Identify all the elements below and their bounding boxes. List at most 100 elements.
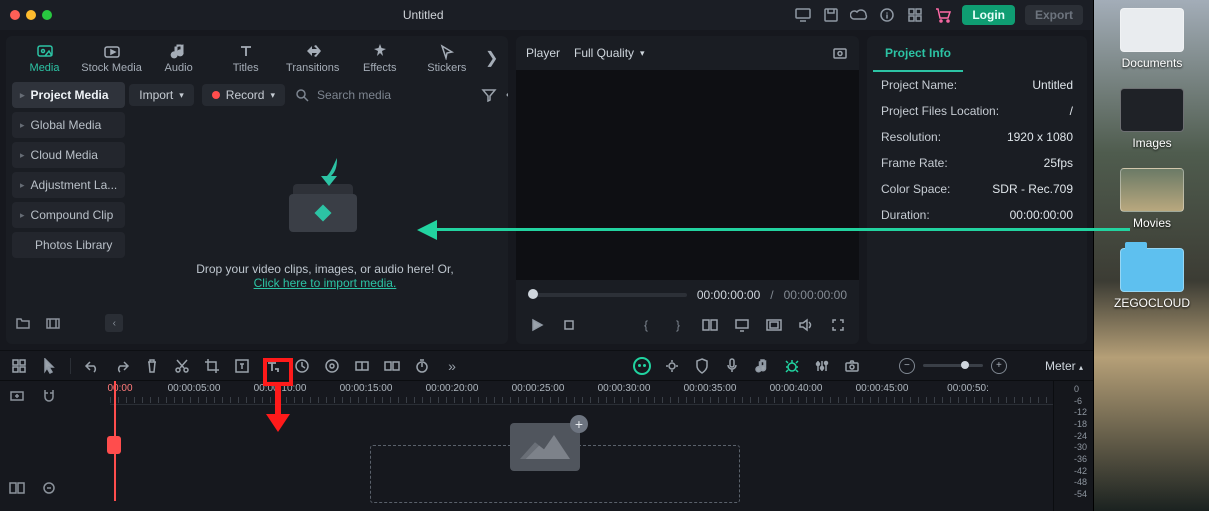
speed-icon[interactable]: [293, 357, 311, 375]
mark-in-icon[interactable]: {: [637, 316, 655, 334]
magnet-icon[interactable]: [40, 387, 58, 405]
export-button[interactable]: Export: [1025, 5, 1083, 25]
media-dropzone[interactable]: Drop your video clips, images, or audio …: [125, 114, 508, 338]
sidebar-item-label: Photos Library: [35, 238, 112, 252]
editor-window: Untitled Login Export Media Stock Media: [0, 0, 1094, 511]
timeline-main[interactable]: 00:00 00:00:05:00 00:00:10:00 00:00:15:0…: [110, 381, 1053, 511]
collapse-sidebar-button[interactable]: ‹: [105, 314, 123, 332]
crop-icon[interactable]: [203, 357, 221, 375]
keyframe-icon[interactable]: [353, 357, 371, 375]
sidebar-item-project-media[interactable]: ▸Project Media: [12, 82, 125, 108]
compare-icon[interactable]: [701, 316, 719, 334]
mark-out-icon[interactable]: }: [669, 316, 687, 334]
timeline-tracks[interactable]: +: [110, 405, 1053, 495]
sidebar-item-cloud-media[interactable]: ▸Cloud Media: [12, 142, 125, 168]
record-icon: [212, 91, 220, 99]
record-dropdown[interactable]: Record▾: [202, 84, 285, 106]
pointer-icon[interactable]: [40, 357, 58, 375]
import-media-link[interactable]: Click here to import media.: [254, 276, 397, 290]
scrubber-thumb[interactable]: [528, 289, 538, 299]
tab-media[interactable]: Media: [14, 42, 75, 74]
bug-icon[interactable]: [783, 357, 801, 375]
more-tabs-chevron-icon[interactable]: ❯: [483, 48, 500, 68]
undo-icon[interactable]: [83, 357, 101, 375]
placeholder-clip[interactable]: +: [510, 423, 580, 471]
tab-label: Stickers: [427, 62, 466, 74]
media-panel: Media Stock Media Audio Titles Transitio…: [6, 36, 508, 344]
more-tools-icon[interactable]: »: [443, 357, 461, 375]
track-options-icon[interactable]: [8, 479, 26, 497]
cut-icon[interactable]: [173, 357, 191, 375]
add-clip-icon[interactable]: +: [570, 415, 588, 433]
zoom-thumb[interactable]: [961, 361, 969, 369]
sidebar-item-compound-clip[interactable]: ▸Compound Clip: [12, 202, 125, 228]
delete-icon[interactable]: [143, 357, 161, 375]
mic-icon[interactable]: [723, 357, 741, 375]
import-dropdown[interactable]: Import▾: [129, 84, 194, 106]
audio-icon: [170, 42, 188, 60]
time-ruler[interactable]: 00:00 00:00:05:00 00:00:10:00 00:00:15:0…: [110, 381, 1053, 405]
display-icon[interactable]: [733, 316, 751, 334]
layout-icon[interactable]: [10, 357, 28, 375]
sidebar-item-global-media[interactable]: ▸Global Media: [12, 112, 125, 138]
desktop-folder-documents[interactable]: Documents: [1107, 8, 1197, 70]
fullscreen-icon[interactable]: [42, 10, 52, 20]
play-icon[interactable]: [528, 316, 546, 334]
project-info-tab[interactable]: Project Info: [873, 36, 963, 72]
render-icon[interactable]: [383, 357, 401, 375]
shield-icon[interactable]: [693, 357, 711, 375]
tab-titles[interactable]: Titles: [215, 42, 276, 74]
stop-icon[interactable]: [560, 316, 578, 334]
desktop-folder-movies[interactable]: Movies: [1107, 168, 1197, 230]
meter-toggle[interactable]: Meter ▴: [1045, 359, 1083, 373]
info-value-framerate: 25fps: [1044, 156, 1073, 170]
color-icon[interactable]: [323, 357, 341, 375]
sparkle-icon[interactable]: [663, 357, 681, 375]
device-icon[interactable]: [794, 6, 812, 24]
search-input[interactable]: [317, 88, 472, 102]
lock-track-icon[interactable]: [40, 479, 58, 497]
tab-transitions[interactable]: Transitions: [282, 42, 343, 74]
minimize-icon[interactable]: [26, 10, 36, 20]
zoom-slider[interactable]: [923, 364, 983, 367]
cart-icon[interactable]: [934, 6, 952, 24]
track-add-icon[interactable]: [8, 387, 26, 405]
save-icon[interactable]: [822, 6, 840, 24]
stopwatch-icon[interactable]: [413, 357, 431, 375]
more-icon[interactable]: •••: [506, 88, 508, 102]
help-icon[interactable]: [878, 6, 896, 24]
sidebar-item-adjustment-layer[interactable]: ▸Adjustment La...: [12, 172, 125, 198]
info-value-location: /: [1070, 104, 1073, 118]
cloud-icon[interactable]: [850, 6, 868, 24]
text-tool-icon[interactable]: [233, 357, 251, 375]
camera-icon[interactable]: [843, 357, 861, 375]
redo-icon[interactable]: [113, 357, 131, 375]
close-icon[interactable]: [10, 10, 20, 20]
fullscreen-icon[interactable]: [829, 316, 847, 334]
safe-zone-icon[interactable]: [765, 316, 783, 334]
desktop-folder-zegocloud[interactable]: ZEGOCLOUD: [1107, 248, 1197, 310]
volume-icon[interactable]: [797, 316, 815, 334]
scrubber[interactable]: [528, 293, 687, 297]
annotation-arrow-left-head: [417, 220, 437, 240]
desktop-folder-images[interactable]: Images: [1107, 88, 1197, 150]
new-folder-icon[interactable]: [14, 314, 32, 332]
ai-face-icon[interactable]: [633, 357, 651, 375]
music-note-icon[interactable]: [753, 357, 771, 375]
login-button[interactable]: Login: [962, 5, 1015, 25]
zoom-out-icon[interactable]: −: [899, 358, 915, 374]
mixer-icon[interactable]: [813, 357, 831, 375]
tab-audio[interactable]: Audio: [148, 42, 209, 74]
new-bin-icon[interactable]: [44, 314, 62, 332]
preview-canvas[interactable]: [516, 70, 859, 280]
quality-selector[interactable]: Full Quality▾: [574, 46, 645, 60]
tab-stickers[interactable]: Stickers: [416, 42, 477, 74]
tab-stock-media[interactable]: Stock Media: [81, 42, 142, 74]
filter-icon[interactable]: [480, 86, 498, 104]
snapshot-icon[interactable]: [831, 44, 849, 62]
tab-effects[interactable]: Effects: [349, 42, 410, 74]
apps-icon[interactable]: [906, 6, 924, 24]
sidebar-item-photos-library[interactable]: Photos Library: [12, 232, 125, 258]
images-icon: [1120, 88, 1184, 132]
zoom-in-icon[interactable]: +: [991, 358, 1007, 374]
